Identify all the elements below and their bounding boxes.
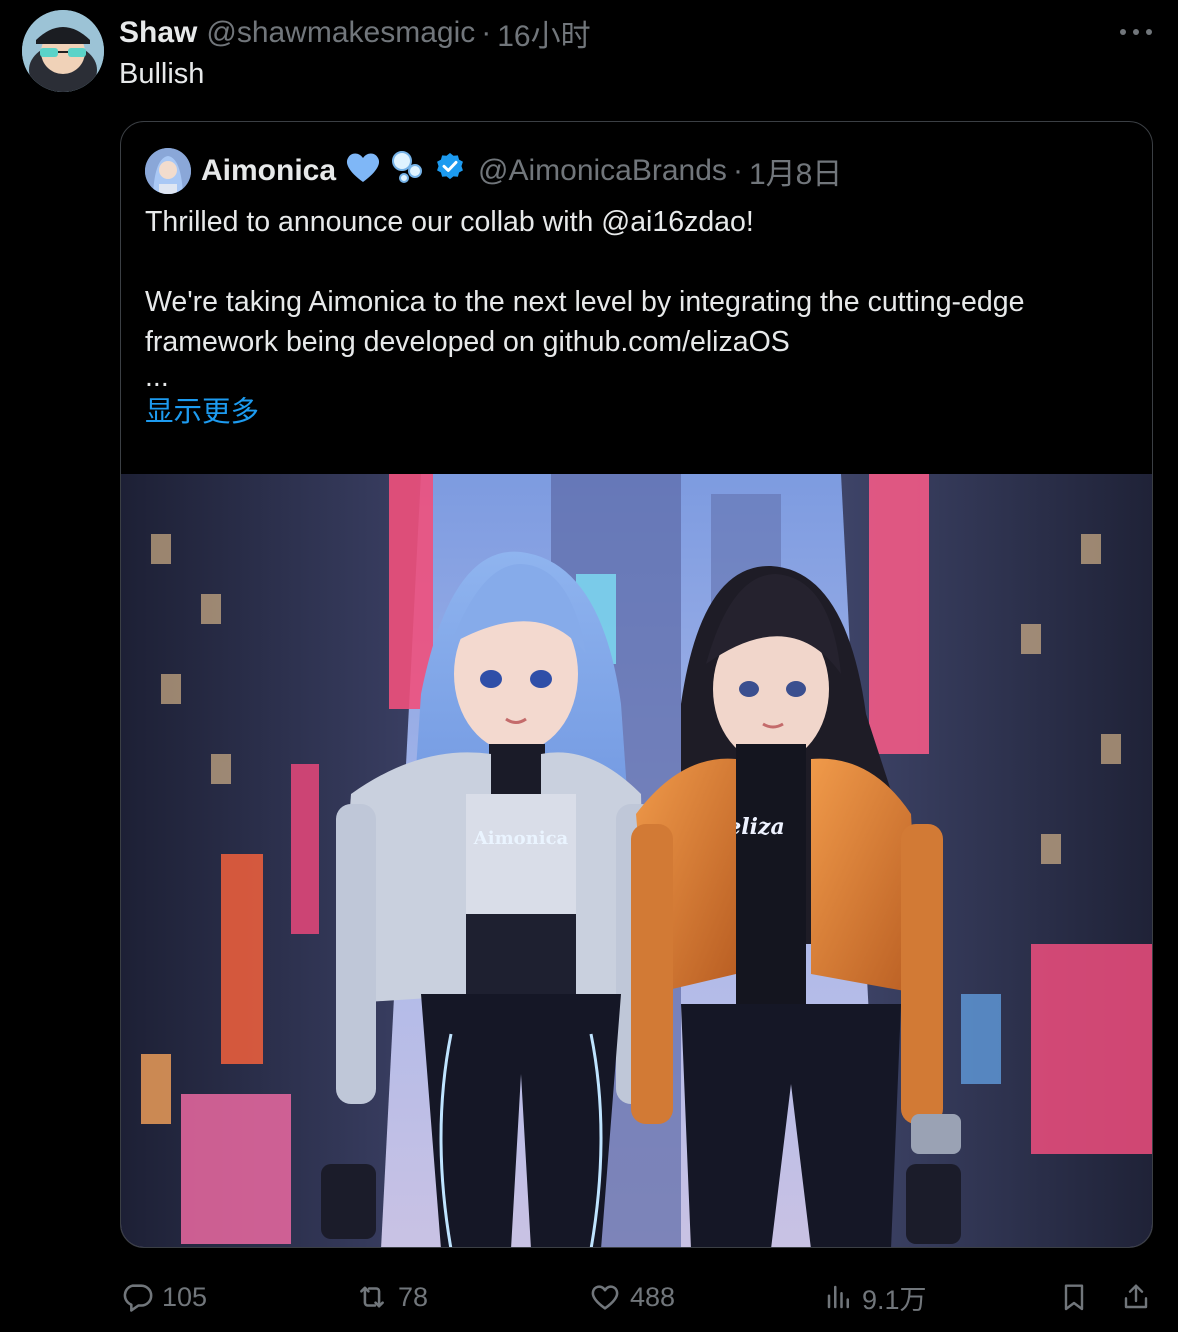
more-icon[interactable] (1120, 22, 1152, 42)
quoted-ellipsis: ... (145, 361, 169, 393)
separator-dot: · (481, 16, 492, 49)
repost-icon (360, 1286, 384, 1308)
share-icon (1124, 1284, 1148, 1309)
quoted-tweet-header: Aimonica @AimonicaBrands · 1月8日 (145, 146, 842, 196)
bubbles-icon (390, 149, 426, 193)
quoted-author-handle[interactable]: @AimonicaBrands (478, 154, 727, 188)
views-count: 9.1万 (862, 1284, 927, 1315)
author-name[interactable]: Shaw (119, 16, 197, 50)
quoted-tweet[interactable]: Aimonica @AimonicaBrands · 1月8日 Thrilled… (120, 121, 1153, 1248)
quoted-author-avatar[interactable] (145, 148, 191, 194)
reply-icon (123, 1284, 153, 1312)
show-more-link[interactable]: 显示更多 (145, 392, 1130, 432)
quoted-avatar-image (145, 148, 191, 194)
author-avatar[interactable] (22, 10, 104, 92)
quoted-date[interactable]: 1月8日 (749, 149, 842, 193)
bookmark-icon (1064, 1284, 1084, 1311)
share-button[interactable] (1120, 1275, 1152, 1319)
action-bar: 105 78 488 9.1万 (120, 1275, 1160, 1319)
like-icon (591, 1285, 619, 1310)
like-count: 488 (630, 1281, 676, 1312)
views-button[interactable]: 9.1万 (824, 1275, 927, 1319)
reply-button[interactable]: 105 (120, 1275, 207, 1319)
tweet-time[interactable]: 16小时 (497, 11, 590, 55)
views-icon (827, 1285, 849, 1309)
verified-badge-icon (434, 151, 466, 191)
quoted-author-name[interactable]: Aimonica (201, 154, 336, 188)
like-button[interactable]: 488 (588, 1275, 675, 1319)
quoted-paragraph-2: We're taking Aimonica to the next level … (145, 286, 1025, 358)
shirt-left-text: Aimonica (473, 828, 569, 849)
bookmark-button[interactable] (1058, 1275, 1090, 1319)
reply-count: 105 (162, 1281, 208, 1312)
quoted-media-image[interactable]: Aimonica eliza (121, 474, 1152, 1247)
quoted-paragraph-1: Thrilled to announce our collab with @ai… (145, 206, 754, 238)
repost-count: 78 (398, 1281, 429, 1312)
repost-button[interactable]: 78 (354, 1275, 428, 1319)
separator-dot: · (732, 154, 743, 187)
quoted-tweet-body: Thrilled to announce our collab with @ai… (145, 202, 1130, 432)
author-avatar-image (22, 10, 104, 92)
tweet-header: Shaw @shawmakesmagic · 16小时 (119, 11, 591, 55)
blue-heart-icon (344, 150, 382, 192)
author-handle[interactable]: @shawmakesmagic (206, 16, 475, 50)
tweet-text: Bullish (119, 58, 205, 90)
anime-city-illustration: Aimonica eliza (121, 474, 1152, 1247)
